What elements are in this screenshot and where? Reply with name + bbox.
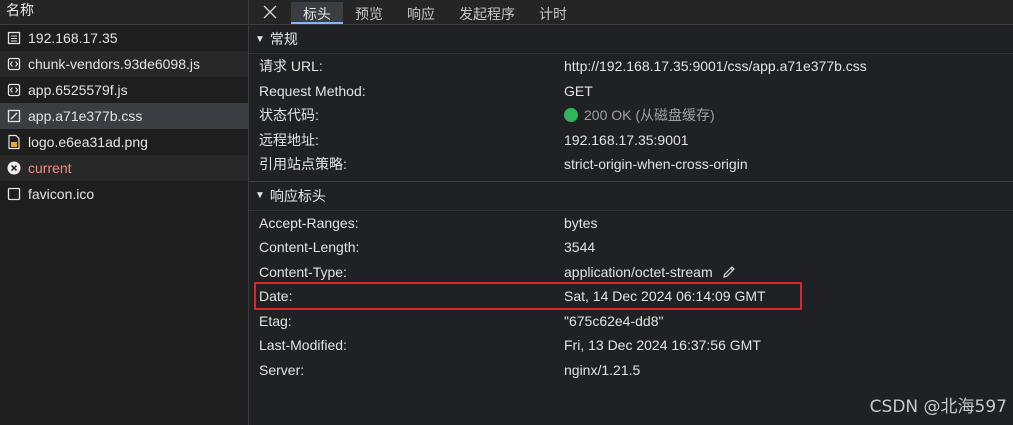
watermark: CSDN @北海597 — [869, 397, 1007, 417]
header-value[interactable]: "675c62e4-dd8" — [564, 313, 663, 329]
header-key: Last-Modified: — [259, 337, 347, 354]
section-title: 常规 — [269, 31, 298, 47]
edit-pencil-icon[interactable] — [721, 264, 737, 280]
header-value[interactable]: application/octet-stream — [564, 264, 737, 280]
header-value[interactable]: bytes — [564, 215, 597, 231]
header-key: 远程地址: — [259, 131, 319, 148]
header-value[interactable]: GET — [564, 83, 593, 99]
header-key: 状态代码: — [259, 107, 319, 124]
header-row: Last-Modified: Fri, 13 Dec 2024 16:37:56 … — [249, 333, 1013, 358]
header-value[interactable]: Fri, 13 Dec 2024 16:37:56 GMT — [564, 337, 761, 353]
tab-preview[interactable]: 预览 — [343, 2, 395, 24]
header-row: 请求 URL: http://192.168.17.35:9001/css/app… — [249, 54, 1013, 79]
header-value[interactable]: 3544 — [564, 239, 595, 255]
response-headers-section-header[interactable]: ▼ 响应标头 — [249, 180, 1013, 211]
header-key: Content-Type: — [259, 263, 347, 280]
header-key: Server: — [259, 361, 305, 378]
content-type-value: application/octet-stream — [564, 263, 713, 280]
header-row: 引用站点策略: strict-origin-when-cross-origin — [249, 152, 1013, 177]
tab-headers[interactable]: 标头 — [291, 2, 343, 24]
request-row-icon[interactable]: favicon.ico — [0, 181, 248, 207]
request-name: app.6525579f.js — [28, 82, 128, 98]
header-row: Accept-Ranges: bytes — [249, 211, 1013, 236]
header-row-content-type: Content-Type: application/octet-stream — [249, 260, 1013, 285]
request-list-panel: 名称 192.168.17.35 chunk-vendors.93de6098.… — [0, 0, 249, 425]
header-value[interactable]: Sat, 14 Dec 2024 06:14:09 GMT — [564, 288, 766, 304]
request-row-error[interactable]: current — [0, 155, 248, 181]
header-value[interactable]: 192.168.17.35:9001 — [564, 132, 689, 148]
request-row-image[interactable]: logo.e6ea31ad.png — [0, 129, 248, 155]
request-name: logo.e6ea31ad.png — [28, 134, 148, 150]
header-row: Content-Length: 3544 — [249, 235, 1013, 260]
request-row-document[interactable]: 192.168.17.35 — [0, 25, 248, 51]
header-key: Request Method: — [259, 82, 366, 99]
header-row: 远程地址: 192.168.17.35:9001 — [249, 128, 1013, 153]
response-header-rows: Accept-Ranges: bytes Content-Length: 3544 … — [249, 211, 1013, 383]
header-key: Etag: — [259, 312, 292, 329]
status-text: 200 OK (从磁盘缓存) — [584, 107, 715, 124]
header-key: Accept-Ranges: — [259, 214, 359, 231]
request-name: current — [28, 160, 72, 176]
document-icon — [6, 30, 22, 46]
header-row: Request Method: GET — [249, 79, 1013, 104]
tab-initiator[interactable]: 发起程序 — [447, 2, 527, 24]
script-icon — [6, 82, 22, 98]
request-name: 192.168.17.35 — [28, 30, 118, 46]
details-tab-bar: 标头 预览 响应 发起程序 计时 — [249, 0, 1013, 25]
request-row-script[interactable]: chunk-vendors.93de6098.js — [0, 51, 248, 77]
tab-timing[interactable]: 计时 — [527, 2, 579, 24]
expand-triangle-icon: ▼ — [255, 33, 265, 45]
header-value[interactable]: nginx/1.21.5 — [564, 362, 640, 378]
error-icon — [6, 160, 22, 176]
script-icon — [6, 56, 22, 72]
header-key: Date: — [259, 288, 293, 305]
request-name: favicon.ico — [28, 186, 95, 202]
name-column-header[interactable]: 名称 — [0, 0, 248, 25]
request-name: app.a71e377b.css — [28, 108, 143, 124]
header-row: 状态代码: 200 OK (从磁盘缓存) — [249, 103, 1013, 128]
header-row: Server: nginx/1.21.5 — [249, 358, 1013, 383]
image-icon — [6, 134, 22, 150]
expand-triangle-icon: ▼ — [255, 190, 265, 201]
status-value[interactable]: 200 OK (从磁盘缓存) — [564, 105, 715, 125]
stylesheet-icon — [6, 108, 22, 124]
header-key: 请求 URL: — [259, 58, 323, 75]
blank-file-icon — [6, 186, 22, 202]
general-rows: 请求 URL: http://192.168.17.35:9001/css/app… — [249, 54, 1013, 177]
header-key: Content-Length: — [259, 239, 360, 256]
general-section-header[interactable]: ▼ 常规 — [249, 25, 1013, 54]
status-ok-dot-icon — [564, 108, 578, 123]
request-details-panel: 标头 预览 响应 发起程序 计时 ▼ 常规 请求 URL: http://192.… — [249, 0, 1013, 425]
header-key: 引用站点策略: — [259, 156, 347, 173]
section-title: 响应标头 — [269, 187, 326, 204]
request-row-script[interactable]: app.6525579f.js — [0, 77, 248, 103]
request-name: chunk-vendors.93de6098.js — [28, 56, 201, 72]
tab-response[interactable]: 响应 — [395, 2, 447, 24]
header-value[interactable]: http://192.168.17.35:9001/css/app.a71e37… — [564, 58, 867, 74]
header-row: Etag: "675c62e4-dd8" — [249, 309, 1013, 334]
request-row-stylesheet[interactable]: app.a71e377b.css — [0, 103, 248, 129]
header-value[interactable]: strict-origin-when-cross-origin — [564, 156, 748, 172]
header-row: Date: Sat, 14 Dec 2024 06:14:09 GMT — [249, 284, 1013, 309]
close-icon[interactable] — [249, 0, 291, 24]
